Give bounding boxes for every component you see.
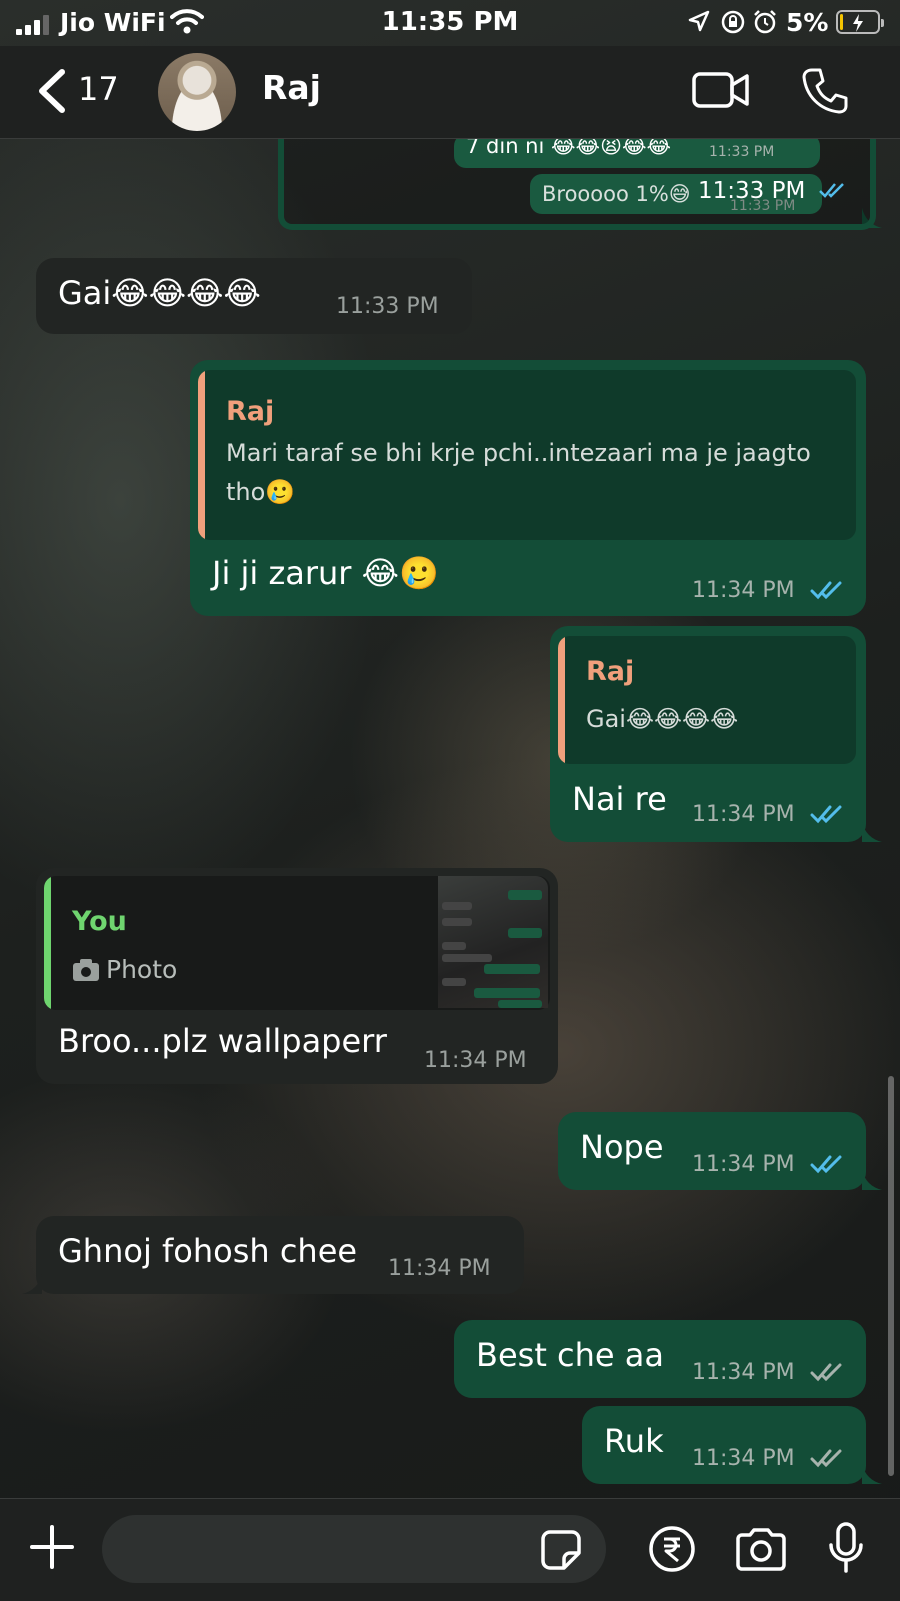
quote-bar: [198, 370, 205, 540]
bubble-tail: [862, 822, 882, 842]
message-input-bar: [0, 1498, 900, 1601]
quote-author: Raj: [226, 396, 275, 427]
quote-text: Gai😂😂😂😂: [586, 705, 739, 733]
message-text: Nai re: [572, 780, 667, 818]
message-text: Broo...plz wallpaperr: [58, 1022, 387, 1060]
message-bubble-outgoing[interactable]: Raj Gai😂😂😂😂 Nai re 11:34 PM: [550, 626, 866, 842]
chat-scrollbar[interactable]: [888, 1076, 894, 1476]
message-time: 11:33 PM: [336, 294, 439, 319]
message-text: Gai😂😂😂😂: [58, 274, 261, 312]
message-bubble-outgoing[interactable]: Ruk 11:34 PM: [582, 1406, 866, 1484]
alarm-icon: [754, 10, 776, 34]
quoted-reply[interactable]: Raj Gai😂😂😂😂: [558, 636, 856, 764]
double-check-read-icon: [810, 581, 842, 600]
location-arrow-icon: [688, 10, 710, 32]
message-bubble-outgoing[interactable]: Best che aa 11:34 PM: [454, 1320, 866, 1398]
double-check-read-icon: [810, 1155, 842, 1174]
double-check-delivered-icon: [810, 1363, 842, 1382]
bubble-tail: [862, 1464, 882, 1484]
double-check-delivered-icon: [810, 1449, 842, 1468]
orientation-lock-icon: [721, 10, 745, 34]
status-bar: Jio WiFi 11:35 PM 5%: [0, 0, 900, 46]
message-bubble-outgoing[interactable]: Nope 11:34 PM: [558, 1112, 866, 1190]
photo-thumbnail[interactable]: [438, 876, 548, 1008]
quoted-reply[interactable]: Raj Mari taraf se bhi krje pchi..intezaa…: [198, 370, 856, 540]
message-text: Best che aa: [476, 1336, 664, 1374]
sticker-icon[interactable]: [540, 1529, 582, 1571]
message-bubble-outgoing[interactable]: Raj Mari taraf se bhi krje pchi..intezaa…: [190, 360, 866, 616]
message-time: 11:34 PM: [692, 578, 795, 603]
back-chevron-icon[interactable]: [24, 66, 84, 116]
message-text: Ruk: [604, 1422, 664, 1460]
phone-call-icon[interactable]: [800, 66, 850, 116]
message-time: 11:34 PM: [692, 1360, 795, 1385]
chat-header: 17 Raj: [0, 46, 900, 139]
contact-avatar[interactable]: [158, 53, 236, 131]
quote-author: Raj: [586, 656, 635, 687]
double-check-read-icon: [819, 183, 844, 198]
quote-bar: [558, 636, 565, 764]
double-check-read-icon: [810, 805, 842, 824]
message-time: 11:34 PM: [692, 1152, 795, 1177]
quote-bar: [44, 876, 51, 1010]
message-text: Nope: [580, 1128, 664, 1166]
camera-icon: [73, 959, 99, 981]
cutoff-line-1: 7 din ni 😂😂😫😂😂 11:33 PM: [454, 134, 820, 168]
video-call-icon[interactable]: [692, 70, 750, 110]
cutoff-message-time: 11:33 PM: [698, 178, 806, 204]
cutoff-line-2-text: Brooooo 1%😅: [542, 182, 691, 206]
message-text: Ji ji zarur 😂🥲: [212, 554, 439, 592]
bubble-tail: [22, 1274, 42, 1294]
message-bubble-incoming[interactable]: Ghnoj fohosh chee 11:34 PM: [36, 1216, 524, 1294]
contact-name[interactable]: Raj: [262, 68, 321, 107]
message-text: Ghnoj fohosh chee: [58, 1232, 358, 1270]
quote-text: Photo: [106, 955, 178, 984]
quote-author: You: [72, 906, 127, 937]
message-text-field[interactable]: [102, 1515, 606, 1583]
bubble-tail: [862, 1170, 882, 1190]
battery-icon: [836, 10, 884, 34]
cutoff-line-1-time: 11:33 PM: [709, 144, 775, 160]
plus-icon[interactable]: [28, 1523, 76, 1571]
message-time: 11:34 PM: [692, 1446, 795, 1471]
microphone-icon[interactable]: [826, 1521, 866, 1575]
camera-icon[interactable]: [734, 1527, 788, 1571]
battery-percentage: 5%: [786, 8, 829, 37]
message-bubble-incoming[interactable]: Gai😂😂😂😂 11:33 PM: [36, 258, 472, 334]
rupee-payment-icon[interactable]: [648, 1525, 696, 1573]
message-time: 11:34 PM: [424, 1048, 527, 1073]
quote-text: Mari taraf se bhi krje pchi..intezaari m…: [226, 439, 811, 506]
unread-chats-count[interactable]: 17: [78, 70, 119, 108]
message-time: 11:34 PM: [388, 1256, 491, 1281]
message-time: 11:34 PM: [692, 802, 795, 827]
